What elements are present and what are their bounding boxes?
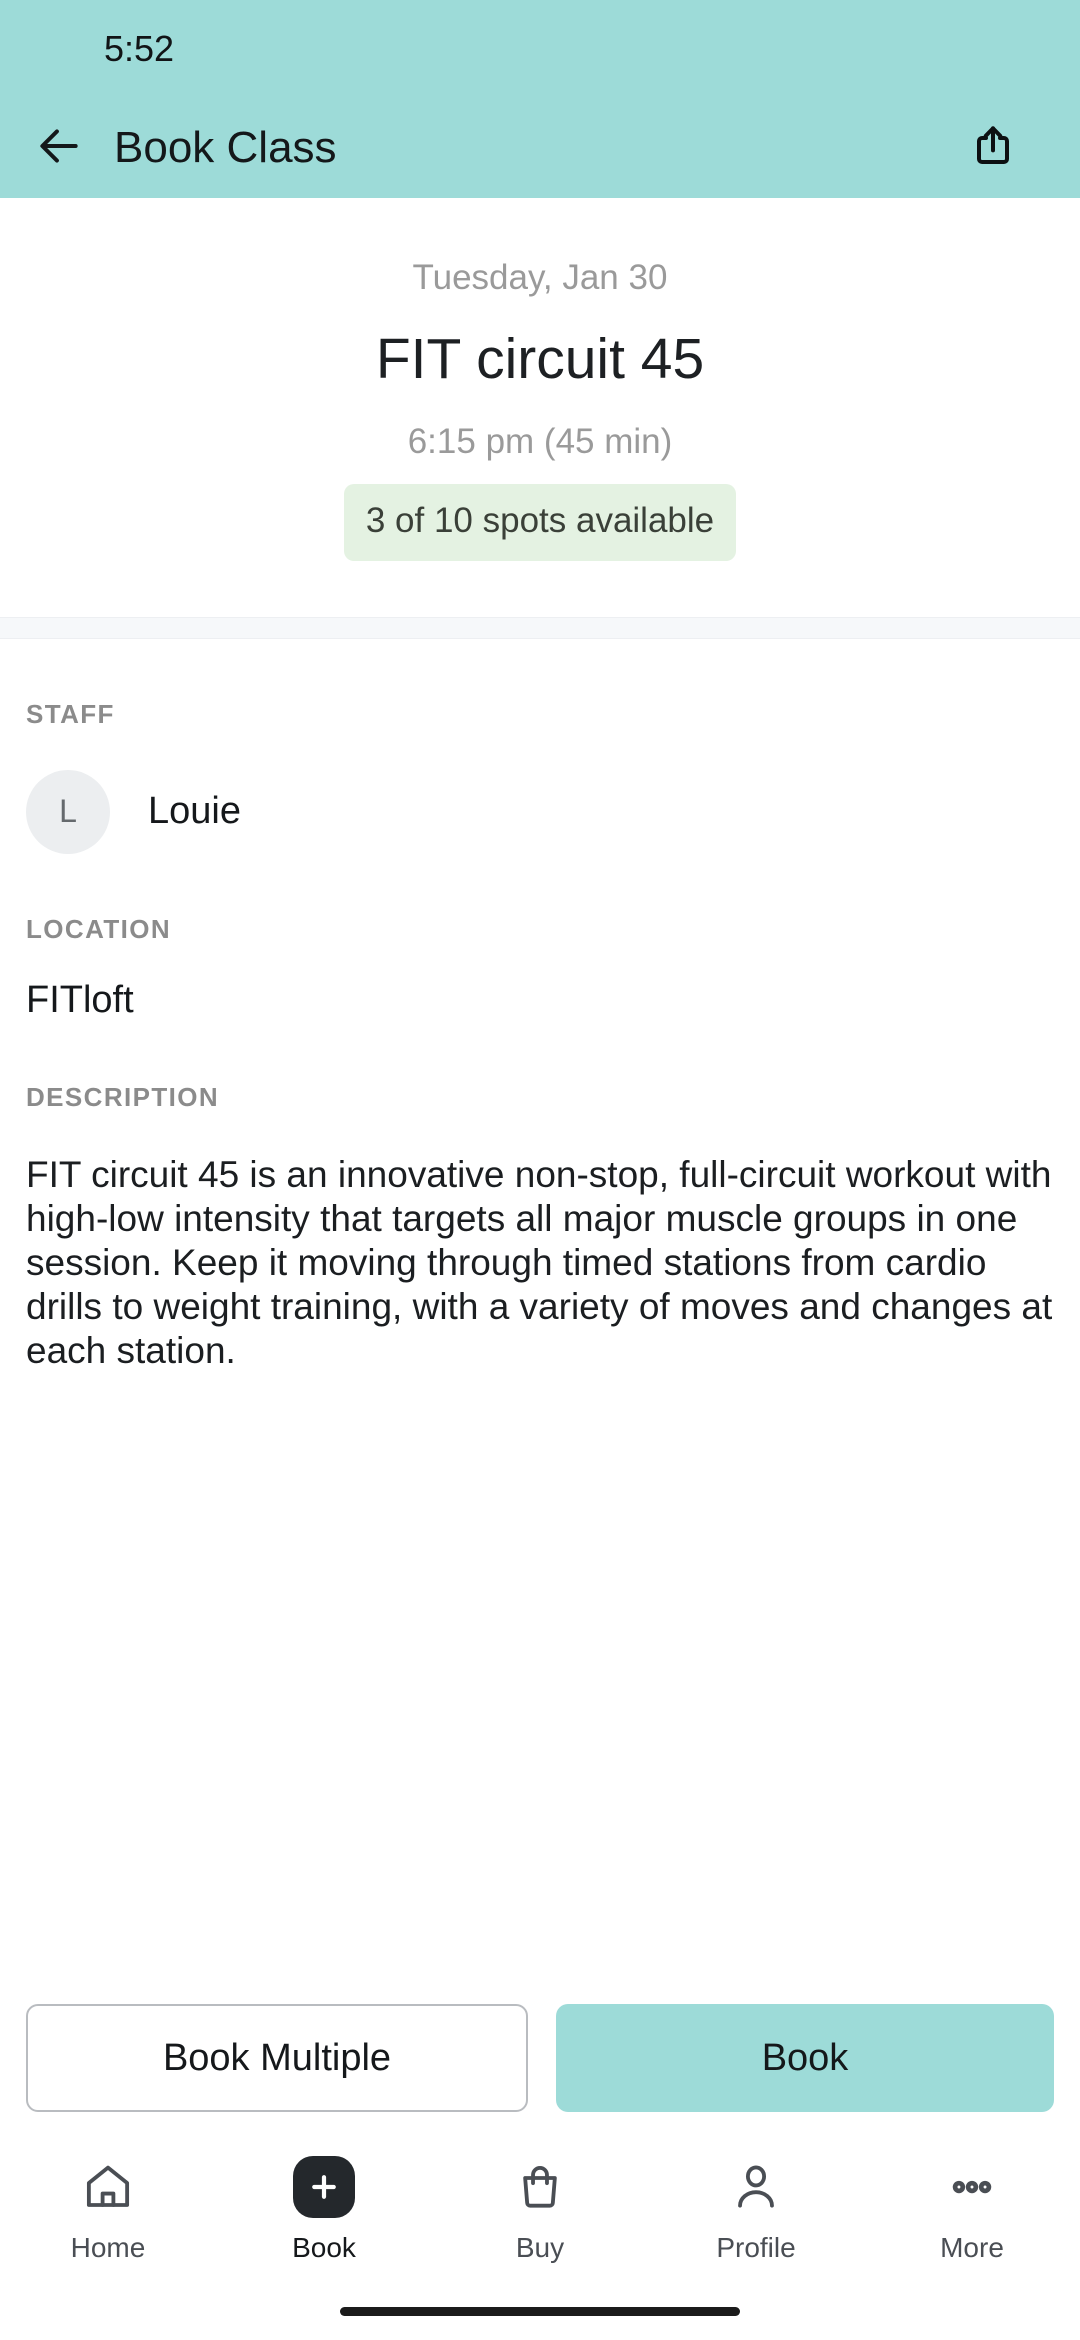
tab-home[interactable]: Home (0, 2154, 216, 2264)
share-button[interactable] (962, 117, 1024, 179)
class-time: 6:15 pm (45 min) (407, 422, 673, 462)
spots-availability-badge: 3 of 10 spots available (343, 484, 737, 561)
tab-profile[interactable]: Profile (648, 2154, 864, 2264)
book-button[interactable]: Book (556, 2004, 1054, 2112)
description-text: FIT circuit 45 is an innovative non-stop… (26, 1153, 1053, 1371)
tab-book-label: Book (292, 2232, 356, 2263)
avatar-initial: L (59, 793, 77, 830)
status-bar: 5:52 (0, 0, 1080, 98)
app-screen: 5:52 Book Class Tuesday, Jan 30 FIT circ… (0, 0, 1080, 2340)
tab-buy[interactable]: Buy (432, 2154, 648, 2264)
app-bar: Book Class (0, 98, 1080, 198)
home-icon (81, 2154, 135, 2220)
share-icon (969, 122, 1017, 175)
book-multiple-button[interactable]: Book Multiple (26, 2004, 528, 2112)
tab-profile-label: Profile (716, 2232, 796, 2263)
person-icon (729, 2154, 783, 2220)
location-name: FITloft (26, 978, 134, 1021)
section-divider (0, 616, 1080, 639)
staff-row[interactable]: L Louie (26, 769, 1054, 854)
avatar: L (26, 769, 110, 854)
spots-badge-container: 3 of 10 spots available (40, 484, 1040, 561)
staff-section-label: STAFF (26, 698, 115, 729)
class-details: STAFF L Louie LOCATION FITloft DESCRIPTI… (0, 639, 1080, 1988)
home-indicator-area (0, 2282, 1080, 2340)
tab-more-label: More (940, 2232, 1004, 2263)
action-bar: Book Multiple Book (0, 1988, 1080, 2132)
class-summary: Tuesday, Jan 30 FIT circuit 45 6:15 pm (… (0, 198, 1080, 617)
location-section-label: LOCATION (26, 913, 172, 944)
ellipsis-icon (945, 2154, 999, 2220)
tab-buy-label: Buy (515, 2232, 565, 2263)
tab-more[interactable]: More (864, 2154, 1080, 2264)
bag-icon (513, 2154, 567, 2220)
tab-home-label: Home (70, 2232, 146, 2263)
plus-icon (293, 2156, 355, 2218)
class-date: Tuesday, Jan 30 (412, 258, 668, 297)
arrow-left-icon (34, 121, 84, 176)
home-indicator[interactable] (340, 2306, 740, 2316)
tab-book-icon-wrap (293, 2154, 355, 2220)
description-section-label: DESCRIPTION (26, 1081, 220, 1112)
page-title: Book Class (114, 123, 337, 172)
class-name: FIT circuit 45 (375, 327, 705, 392)
back-button[interactable] (28, 117, 90, 179)
tab-book[interactable]: Book (216, 2154, 432, 2264)
bottom-navigation: Home Book Buy Profile More (0, 2132, 1080, 2282)
staff-name: Louie (148, 790, 241, 833)
status-bar-clock: 5:52 (104, 28, 175, 69)
